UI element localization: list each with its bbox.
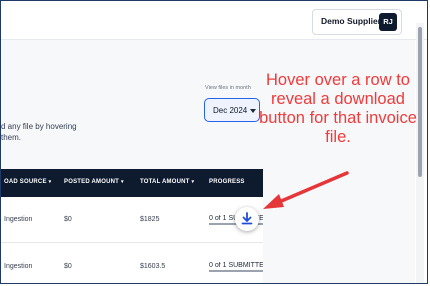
annotation-arrow bbox=[263, 171, 349, 209]
screenshot-frame: Demo Supplier RJ View files in month Dec… bbox=[0, 0, 428, 284]
